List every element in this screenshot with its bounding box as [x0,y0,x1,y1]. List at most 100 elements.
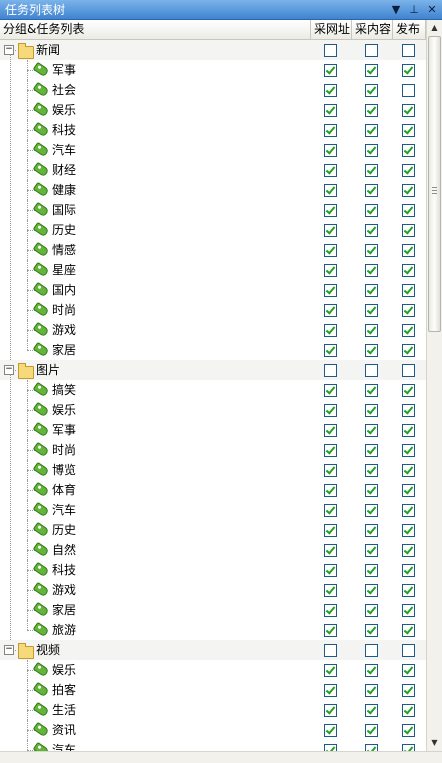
tree-item-row[interactable]: 时尚 [0,440,426,460]
tree-item-row[interactable]: 娱乐 [0,400,426,420]
collect-url-checkbox[interactable] [324,724,337,737]
tree-item-row[interactable]: 家居 [0,340,426,360]
collect-content-checkbox[interactable] [365,244,378,257]
collect-content-checkbox[interactable] [365,304,378,317]
collect-url-checkbox[interactable] [324,324,337,337]
tree-group-row[interactable]: − 图片 [0,360,426,380]
publish-checkbox[interactable] [402,644,415,657]
collect-url-checkbox[interactable] [324,204,337,217]
collect-url-checkbox[interactable] [324,44,337,57]
collect-url-checkbox[interactable] [324,584,337,597]
publish-checkbox[interactable] [402,464,415,477]
collect-url-checkbox[interactable] [324,144,337,157]
column-header-collect-url[interactable]: 采网址 [311,20,352,39]
collect-content-checkbox[interactable] [365,684,378,697]
collect-content-checkbox[interactable] [365,44,378,57]
tree-item-row[interactable]: 星座 [0,260,426,280]
publish-checkbox[interactable] [402,164,415,177]
publish-checkbox[interactable] [402,264,415,277]
tree-item-row[interactable]: 财经 [0,160,426,180]
collect-content-checkbox[interactable] [365,464,378,477]
collect-content-checkbox[interactable] [365,604,378,617]
collect-url-checkbox[interactable] [324,464,337,477]
tree-item-row[interactable]: 游戏 [0,320,426,340]
column-header-name[interactable]: 分组&任务列表 [0,20,311,39]
tree-item-row[interactable]: 游戏 [0,580,426,600]
tree-item-row[interactable]: 健康 [0,180,426,200]
tree-item-row[interactable]: 家居 [0,600,426,620]
vertical-scrollbar[interactable]: ▲ ▼ [426,20,442,751]
collect-content-checkbox[interactable] [365,324,378,337]
tree-item-row[interactable]: 旅游 [0,620,426,640]
publish-checkbox[interactable] [402,404,415,417]
publish-checkbox[interactable] [402,184,415,197]
publish-checkbox[interactable] [402,204,415,217]
tree-item-row[interactable]: 历史 [0,220,426,240]
tree-item-row[interactable]: 体育 [0,480,426,500]
publish-checkbox[interactable] [402,44,415,57]
publish-checkbox[interactable] [402,684,415,697]
collect-url-checkbox[interactable] [324,504,337,517]
close-icon[interactable]: ✕ [425,2,439,17]
publish-checkbox[interactable] [402,604,415,617]
collect-content-checkbox[interactable] [365,664,378,677]
collect-url-checkbox[interactable] [324,304,337,317]
tree-item-row[interactable]: 科技 [0,120,426,140]
collect-content-checkbox[interactable] [365,424,378,437]
collect-url-checkbox[interactable] [324,704,337,717]
publish-checkbox[interactable] [402,104,415,117]
tree-item-row[interactable]: 汽车 [0,500,426,520]
publish-checkbox[interactable] [402,704,415,717]
dropdown-icon[interactable]: ▼ [389,2,403,17]
publish-checkbox[interactable] [402,584,415,597]
collect-content-checkbox[interactable] [365,184,378,197]
publish-checkbox[interactable] [402,224,415,237]
collect-content-checkbox[interactable] [365,724,378,737]
collect-url-checkbox[interactable] [324,64,337,77]
collect-url-checkbox[interactable] [324,184,337,197]
collect-url-checkbox[interactable] [324,484,337,497]
collect-content-checkbox[interactable] [365,344,378,357]
collect-content-checkbox[interactable] [365,264,378,277]
collect-content-checkbox[interactable] [365,484,378,497]
tree-item-row[interactable]: 汽车 [0,140,426,160]
collect-url-checkbox[interactable] [324,404,337,417]
collect-url-checkbox[interactable] [324,444,337,457]
tree-item-row[interactable]: 资讯 [0,720,426,740]
scroll-up-icon[interactable]: ▲ [427,21,442,35]
collect-url-checkbox[interactable] [324,364,337,377]
collect-content-checkbox[interactable] [365,364,378,377]
collect-content-checkbox[interactable] [365,444,378,457]
tree-item-row[interactable]: 汽车 [0,740,426,751]
column-header-collect-content[interactable]: 采内容 [352,20,393,39]
collect-url-checkbox[interactable] [324,544,337,557]
publish-checkbox[interactable] [402,664,415,677]
collect-content-checkbox[interactable] [365,284,378,297]
collect-url-checkbox[interactable] [324,84,337,97]
collect-url-checkbox[interactable] [324,604,337,617]
collect-content-checkbox[interactable] [365,524,378,537]
collect-content-checkbox[interactable] [365,64,378,77]
publish-checkbox[interactable] [402,444,415,457]
scroll-down-icon[interactable]: ▼ [427,736,442,750]
publish-checkbox[interactable] [402,124,415,137]
collect-url-checkbox[interactable] [324,744,337,751]
tree-item-row[interactable]: 社会 [0,80,426,100]
tree-item-row[interactable]: 军事 [0,420,426,440]
tree-item-row[interactable]: 娱乐 [0,660,426,680]
collect-url-checkbox[interactable] [324,424,337,437]
tree-item-row[interactable]: 历史 [0,520,426,540]
collect-content-checkbox[interactable] [365,224,378,237]
publish-checkbox[interactable] [402,384,415,397]
collect-content-checkbox[interactable] [365,124,378,137]
horizontal-scrollbar[interactable] [0,751,442,763]
publish-checkbox[interactable] [402,724,415,737]
tree-group-row[interactable]: − 视频 [0,640,426,660]
publish-checkbox[interactable] [402,244,415,257]
tree-item-row[interactable]: 娱乐 [0,100,426,120]
tree-item-row[interactable]: 国内 [0,280,426,300]
tree-item-row[interactable]: 时尚 [0,300,426,320]
collect-content-checkbox[interactable] [365,164,378,177]
tree-item-row[interactable]: 军事 [0,60,426,80]
collapse-toggle-icon[interactable]: − [4,365,14,375]
